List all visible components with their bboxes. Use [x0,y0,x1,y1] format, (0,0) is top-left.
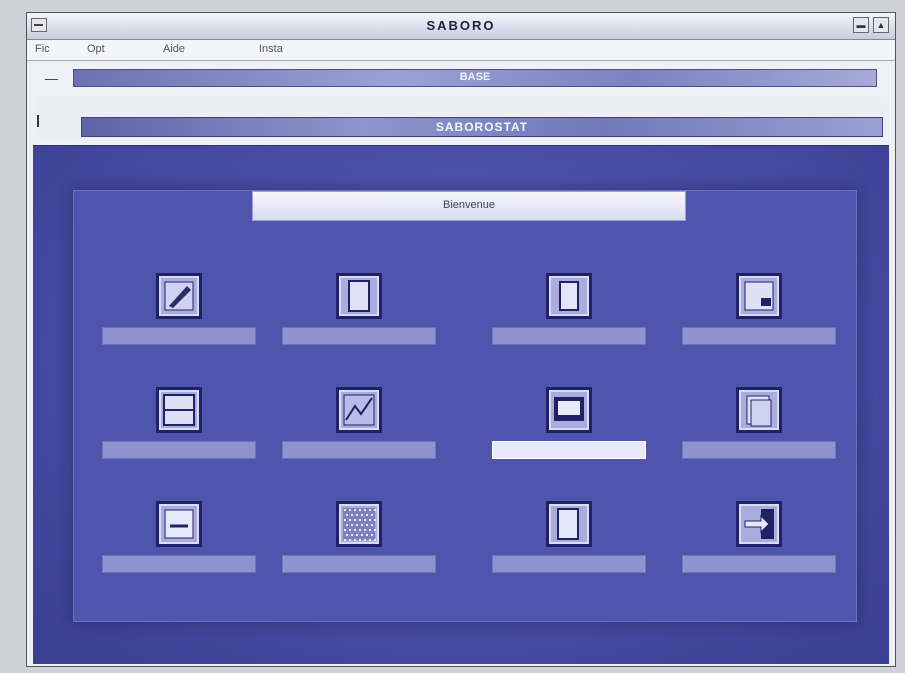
pattern-grid-icon[interactable] [336,501,382,547]
tile-text-lines[interactable] [84,489,274,601]
tile-label-bar[interactable] [682,441,836,459]
dialog-title: Bienvenue [443,199,495,211]
tile-stacked-pages[interactable] [664,375,854,487]
document-icon[interactable] [336,273,382,319]
doc-menu-button[interactable]: — [45,71,58,86]
tile-monitor[interactable] [474,375,664,487]
document-title: BASE [459,71,491,83]
tile-chart[interactable] [264,375,454,487]
minimize-button[interactable]: ▬ [853,17,869,33]
text-lines-icon[interactable] [156,501,202,547]
title-bar: SABORO ▬ ▲ [27,13,895,40]
tile-table-grid[interactable] [84,375,274,487]
tile-label-bar[interactable] [102,327,256,345]
chart-icon[interactable] [336,387,382,433]
tile-exit-arrow[interactable] [664,489,854,601]
window-title: SABORO [426,18,496,33]
tile-label-bar[interactable] [282,441,436,459]
menu-bar: Fic Opt Aide Insta [27,40,895,61]
tile-label-bar[interactable] [282,327,436,345]
maximize-button[interactable]: ▲ [873,17,889,33]
tile-label-bar[interactable] [492,327,646,345]
pencil-edit-icon[interactable] [156,273,202,319]
app-window: SABORO ▬ ▲ Fic Opt Aide Insta — BASE SAB… [26,12,896,667]
menu-install[interactable]: Insta [259,43,283,55]
document-bar-outer: — BASE [35,65,887,91]
workspace: Bienvenue [33,145,889,664]
document-bar-inner: SABOROSTAT [35,97,887,139]
tile-label-bar[interactable] [492,555,646,573]
tile-document-corner[interactable] [664,261,854,373]
tile-pattern-grid[interactable] [264,489,454,601]
tile-label-bar[interactable] [682,327,836,345]
document-corner-icon[interactable] [736,273,782,319]
page-icon[interactable] [546,273,592,319]
doc-edge-mark [37,115,39,127]
inner-title-bar[interactable]: SABOROSTAT [81,117,883,137]
menu-options[interactable]: Opt [87,43,105,55]
tile-document[interactable] [264,261,454,373]
tile-label-bar[interactable] [682,555,836,573]
inner-title: SABOROSTAT [435,120,529,134]
stacked-pages-icon[interactable] [736,387,782,433]
tile-label-bar[interactable] [102,555,256,573]
exit-arrow-icon[interactable] [736,501,782,547]
dialog-title-bar: Bienvenue [252,191,686,221]
tile-label-bar[interactable] [492,441,646,459]
tile-label-bar[interactable] [282,555,436,573]
tile-pencil-edit[interactable] [84,261,274,373]
table-grid-icon[interactable] [156,387,202,433]
tile-copy-pages[interactable] [474,489,664,601]
menu-help[interactable]: Aide [163,43,185,55]
tile-page[interactable] [474,261,664,373]
menu-file[interactable]: Fic [35,43,50,55]
monitor-icon[interactable] [546,387,592,433]
document-title-bar[interactable]: BASE [73,69,877,87]
launcher-dialog: Bienvenue [73,190,857,622]
tile-grid [84,261,846,611]
tile-label-bar[interactable] [102,441,256,459]
copy-pages-icon[interactable] [546,501,592,547]
